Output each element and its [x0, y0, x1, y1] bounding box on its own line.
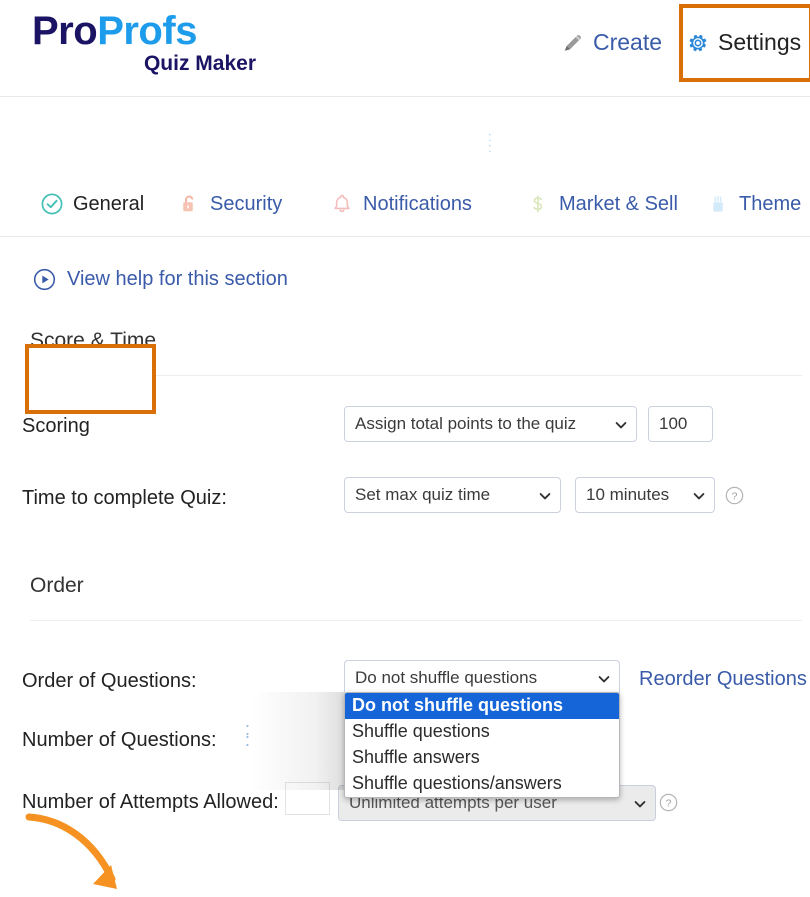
logo-wordmark: ProProfs [32, 8, 262, 54]
tab-notifications[interactable]: Notifications [330, 172, 472, 236]
section-title-order: Order [30, 574, 84, 597]
time-duration-value: 10 minutes [586, 485, 670, 504]
proprofs-logo[interactable]: ProProfs Quiz Maker [32, 8, 262, 76]
order-of-questions-select[interactable]: Do not shuffle questions [344, 660, 620, 696]
number-of-attempts-label: Number of Attempts Allowed: [22, 791, 279, 813]
order-of-questions-value: Do not shuffle questions [355, 668, 538, 687]
view-help-label: View help for this section [67, 268, 288, 290]
tab-notifications-label: Notifications [363, 192, 472, 215]
create-label: Create [593, 29, 663, 55]
question-mark-icon[interactable]: ? [725, 486, 744, 505]
listbox-option[interactable]: Shuffle questions/answers [345, 771, 619, 797]
lock-icon [177, 192, 201, 216]
tab-general-label: General [73, 192, 145, 215]
scoring-select[interactable]: Assign total points to the quiz [344, 406, 637, 442]
settings-highlight-box [679, 4, 810, 82]
number-of-questions-label: Number of Questions: [22, 729, 217, 751]
number-of-questions-marker: :: [245, 719, 251, 750]
scoring-select-value: Assign total points to the quiz [355, 414, 577, 433]
tab-market-label: Market & Sell [559, 192, 678, 215]
page-artifact-marker: :: [488, 129, 492, 155]
chevron-down-icon [692, 488, 706, 502]
chevron-down-icon [597, 671, 611, 685]
pencil-icon [562, 32, 584, 54]
question-mark-icon[interactable]: ? [659, 793, 678, 812]
time-mode-value: Set max quiz time [355, 485, 491, 504]
logo-text-profs: Profs [97, 9, 197, 53]
tab-security-label: Security [210, 192, 283, 215]
tab-theme-label: Theme [739, 192, 802, 215]
dropdown-shadow [250, 692, 344, 790]
tab-theme[interactable]: Theme [706, 172, 801, 236]
create-nav-link[interactable]: Create [562, 29, 662, 56]
order-annotation-arrow [25, 813, 117, 889]
tab-security[interactable]: Security [177, 172, 282, 236]
dollar-icon [526, 192, 550, 216]
app-header: ProProfs Quiz Maker Create Settings [0, 0, 810, 97]
svg-text:?: ? [666, 798, 672, 809]
settings-tab-bar: General Security Notifications Market & … [0, 172, 810, 414]
logo-subtitle: Quiz Maker [143, 52, 256, 75]
chevron-down-icon [633, 796, 647, 810]
section-divider-order [30, 620, 802, 621]
scoring-label: Scoring [22, 415, 90, 437]
listbox-option[interactable]: Shuffle questions [345, 719, 619, 745]
scoring-points-value: 100 [659, 414, 688, 433]
listbox-option[interactable]: Shuffle answers [345, 745, 619, 771]
order-of-questions-listbox[interactable]: Do not shuffle questions Shuffle questio… [344, 692, 620, 798]
tab-general[interactable]: General [40, 172, 144, 236]
scoring-points-input[interactable]: 100 [648, 406, 713, 442]
check-circle-icon [40, 192, 64, 216]
logo-text-pro: Pro [32, 9, 98, 53]
paint-icon [706, 192, 730, 216]
time-duration-select[interactable]: 10 minutes [575, 477, 715, 513]
bell-icon [330, 192, 354, 216]
tab-market-and-sell[interactable]: Market & Sell [526, 172, 678, 236]
time-to-complete-label: Time to complete Quiz: [22, 487, 227, 509]
time-mode-select[interactable]: Set max quiz time [344, 477, 561, 513]
svg-text:?: ? [732, 491, 738, 502]
view-help-link[interactable]: View help for this section [32, 267, 288, 292]
number-of-attempts-input-ghost [285, 782, 330, 815]
reorder-questions-link[interactable]: Reorder Questions [639, 668, 807, 691]
listbox-option[interactable]: Do not shuffle questions [345, 693, 619, 719]
chevron-down-icon [538, 488, 552, 502]
chevron-down-icon [614, 417, 628, 431]
play-circle-icon [32, 267, 57, 292]
order-of-questions-label: Order of Questions: [22, 670, 197, 692]
general-tab-highlight-box [25, 344, 156, 414]
